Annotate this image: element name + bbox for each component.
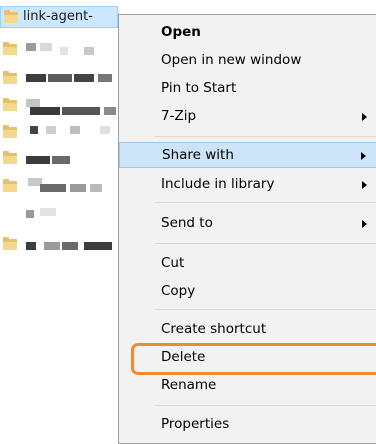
menu-item-label: Send to xyxy=(161,215,213,231)
file-row[interactable] xyxy=(0,68,118,90)
file-name: link-agent- xyxy=(23,9,93,24)
folder-icon xyxy=(3,98,17,111)
folder-icon xyxy=(3,42,17,55)
menu-item-label: Share with xyxy=(162,147,234,163)
folder-icon xyxy=(3,237,17,250)
menu-item-open-new-window[interactable]: Open in new window xyxy=(119,48,376,74)
menu-item-share-with[interactable]: Share with xyxy=(119,142,376,168)
menu-item-label: Create shortcut xyxy=(161,321,267,337)
menu-item-cut[interactable]: Cut xyxy=(119,251,376,277)
folder-icon xyxy=(4,10,18,23)
menu-separator xyxy=(155,202,376,203)
menu-item-label: Pin to Start xyxy=(161,80,237,96)
menu-item-rename[interactable]: Rename xyxy=(119,373,376,399)
chevron-right-icon xyxy=(362,220,367,228)
delete-highlight-outline xyxy=(131,343,376,375)
file-row[interactable] xyxy=(0,148,118,170)
menu-item-label: Include in library xyxy=(161,176,275,192)
menu-item-label: Open xyxy=(161,24,201,40)
file-row-selected[interactable]: link-agent- xyxy=(0,6,118,28)
menu-item-include-in-library[interactable]: Include in library xyxy=(119,172,376,198)
file-row[interactable] xyxy=(0,122,118,144)
file-row[interactable] xyxy=(0,206,118,228)
menu-item-label: Cut xyxy=(161,255,185,271)
menu-separator xyxy=(155,243,376,244)
menu-separator xyxy=(155,136,376,137)
menu-item-properties[interactable]: Properties xyxy=(119,412,376,438)
context-menu: Open Open in new window Pin to Start 7-Z… xyxy=(118,14,376,444)
menu-item-label: 7-Zip xyxy=(161,108,197,124)
folder-icon xyxy=(3,179,17,192)
menu-item-pin-to-start[interactable]: Pin to Start xyxy=(119,76,376,102)
folder-icon xyxy=(3,151,17,164)
file-row[interactable] xyxy=(0,176,118,198)
chevron-right-icon xyxy=(362,113,367,121)
menu-item-label: Copy xyxy=(161,283,196,299)
menu-item-label: Open in new window xyxy=(161,52,302,68)
menu-item-label: Rename xyxy=(161,377,217,393)
folder-icon xyxy=(3,125,17,138)
menu-item-copy[interactable]: Copy xyxy=(119,279,376,305)
chevron-right-icon xyxy=(361,152,366,160)
menu-item-create-shortcut[interactable]: Create shortcut xyxy=(119,317,376,343)
file-row[interactable] xyxy=(0,95,118,117)
menu-item-send-to[interactable]: Send to xyxy=(119,211,376,237)
menu-item-label: Properties xyxy=(161,416,230,432)
file-row[interactable] xyxy=(0,234,118,256)
file-row[interactable] xyxy=(0,39,118,61)
menu-item-7zip[interactable]: 7-Zip xyxy=(119,104,376,130)
menu-separator xyxy=(155,309,376,310)
menu-item-open[interactable]: Open xyxy=(119,20,376,46)
folder-icon xyxy=(3,71,17,84)
menu-separator xyxy=(155,405,376,406)
chevron-right-icon xyxy=(362,181,367,189)
file-list: link-agent- xyxy=(0,0,118,439)
